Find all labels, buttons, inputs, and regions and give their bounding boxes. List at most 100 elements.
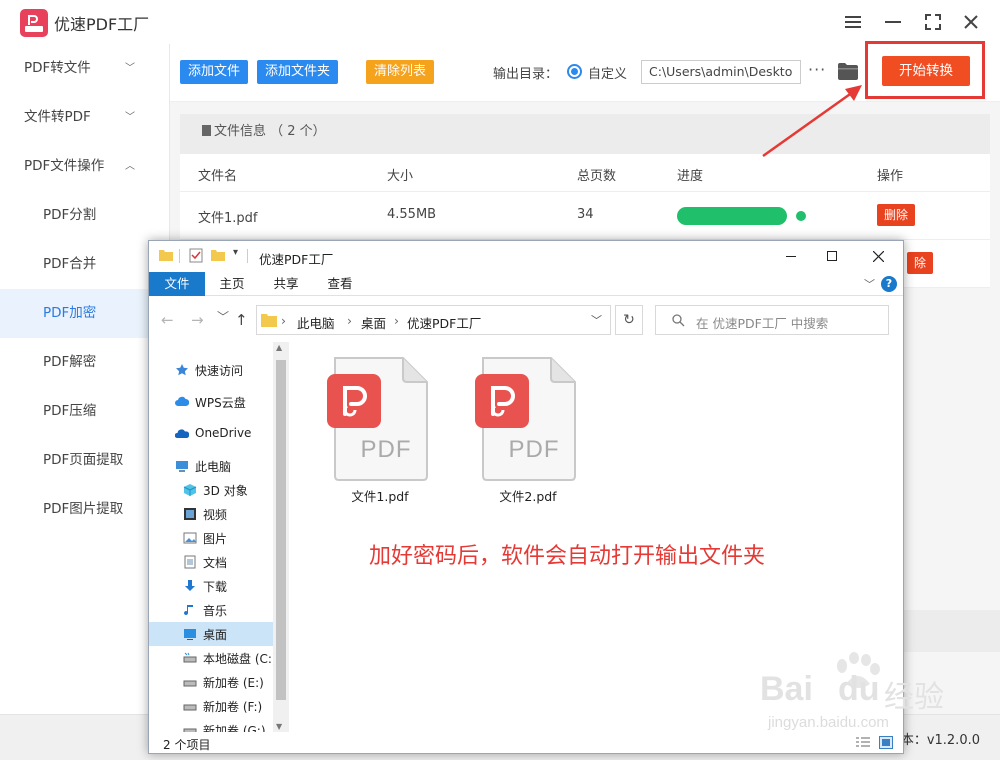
close-icon[interactable] — [864, 245, 892, 267]
sidebar-item-pdf-decrypt[interactable]: PDF解密 — [0, 338, 169, 387]
minimize-icon[interactable] — [777, 245, 805, 267]
nav-documents[interactable]: 文档 — [149, 550, 273, 574]
nav-onedrive[interactable]: OneDrive — [149, 422, 273, 446]
sidebar-item-pdf-merge[interactable]: PDF合并 — [0, 240, 169, 289]
col-pages: 总页数 — [577, 169, 617, 184]
tab-home[interactable]: 主页 — [205, 272, 259, 296]
drive-icon — [183, 728, 197, 732]
chevron-down-icon[interactable]: ﹀ — [864, 276, 875, 292]
nav-desktop[interactable]: 桌面 — [149, 622, 273, 646]
explorer-ribbon: 文件 主页 共享 查看 ﹀ ? — [149, 272, 903, 296]
maximize-icon[interactable] — [818, 245, 846, 267]
delete-button[interactable]: 除 — [907, 252, 934, 274]
nav-pictures[interactable]: 图片 — [149, 526, 273, 550]
folder-icon — [261, 314, 277, 327]
explorer-title: 优速PDF工厂 — [259, 252, 334, 267]
navigation-pane: 快速访问 WPS云盘 OneDrive 此电脑 3D 对象 视频 图片 文档 下… — [149, 342, 289, 732]
minimize-icon[interactable] — [878, 8, 908, 36]
nav-music[interactable]: 音乐 — [149, 598, 273, 622]
tab-file[interactable]: 文件 — [149, 272, 205, 296]
scroll-thumb[interactable] — [276, 360, 286, 700]
sidebar-item-pdf-split[interactable]: PDF分割 — [0, 191, 169, 240]
add-folder-button[interactable]: 添加文件夹 — [257, 60, 339, 84]
annotation-text: 加好密码后，软件会自动打开输出文件夹 — [369, 544, 766, 569]
nav-3d-objects[interactable]: 3D 对象 — [149, 478, 273, 502]
breadcrumb-separator-icon: › — [347, 313, 352, 328]
address-bar[interactable]: › 此电脑 › 桌面 › 优速PDF工厂 ﹀ — [256, 305, 611, 335]
sidebar-item-pdf-page-extract[interactable]: PDF页面提取 — [0, 436, 169, 485]
drive-icon — [183, 680, 197, 687]
delete-button[interactable]: 删除 — [877, 204, 916, 226]
nav-downloads[interactable]: 下载 — [149, 574, 273, 598]
folder-icon[interactable] — [838, 63, 858, 84]
back-arrow-icon[interactable]: ← — [161, 311, 174, 329]
sidebar-item-pdf-compress[interactable]: PDF压缩 — [0, 387, 169, 436]
scroll-up-icon[interactable]: ▲ — [276, 343, 282, 352]
search-input[interactable]: 在 优速PDF工厂 中搜索 — [655, 305, 889, 335]
row-filename: 文件1.pdf — [198, 211, 258, 226]
nav-wps-cloud[interactable]: WPS云盘 — [149, 390, 273, 414]
nav-this-pc[interactable]: 此电脑 — [149, 454, 273, 478]
nav-videos[interactable]: 视频 — [149, 502, 273, 526]
nav-drive-c[interactable]: 本地磁盘 (C:) — [149, 646, 277, 670]
nav-drive-g[interactable]: 新加卷 (G:) — [149, 718, 273, 732]
scroll-down-icon[interactable]: ▼ — [276, 722, 282, 731]
divider — [179, 249, 180, 263]
close-icon[interactable] — [956, 8, 986, 36]
progress-bar — [677, 207, 787, 225]
download-icon — [185, 580, 195, 591]
address-dropdown-icon[interactable]: ﹀ — [591, 312, 602, 328]
custom-radio-label[interactable]: 自定义 — [588, 63, 627, 82]
start-convert-button[interactable]: 开始转换 — [882, 56, 970, 86]
up-arrow-icon[interactable]: ↑ — [235, 311, 248, 329]
toolbar: 添加文件 添加文件夹 清除列表 输出目录： 自定义 C:\Users\admin… — [170, 41, 1000, 102]
clear-list-button[interactable]: 清除列表 — [366, 60, 435, 84]
breadcrumb-folder[interactable]: 优速PDF工厂 — [407, 313, 481, 332]
tab-view[interactable]: 查看 — [313, 272, 367, 296]
output-path-input[interactable]: C:\Users\admin\Deskto — [641, 60, 801, 84]
tab-share[interactable]: 共享 — [259, 272, 313, 296]
cube-icon — [183, 484, 197, 496]
sidebar-item-pdf-image-extract[interactable]: PDF图片提取 — [0, 485, 169, 534]
file-area: PDF 文件1.pdf PDF 文件2.pdf 加好密码后，软件会自动打开输出文… — [289, 342, 903, 732]
sidebar-item-pdf-encrypt[interactable]: PDF加密 — [0, 289, 169, 338]
refresh-icon[interactable]: ↻ — [615, 305, 643, 335]
col-action: 操作 — [877, 169, 904, 184]
divider — [247, 249, 248, 263]
file-item[interactable]: PDF 文件1.pdf — [325, 356, 435, 506]
details-view-icon[interactable] — [856, 737, 870, 749]
file-info-header: 文件信息 （ 2 个） — [180, 114, 990, 154]
quick-access-dropdown-icon[interactable]: ▾ — [233, 247, 238, 258]
picture-icon — [183, 532, 197, 544]
menu-icon[interactable] — [838, 8, 868, 36]
explorer-titlebar: ▾ 优速PDF工厂 — [149, 241, 903, 272]
properties-icon[interactable] — [189, 248, 203, 263]
app-titlebar: 优速PDF工厂 — [0, 0, 1000, 44]
sidebar-item-pdf-operations[interactable]: PDF文件操作 ︿ — [0, 142, 169, 191]
chevron-down-icon: ﹀ — [125, 112, 135, 123]
breadcrumb-desktop[interactable]: 桌面 — [361, 313, 386, 332]
nav-drive-f[interactable]: 新加卷 (F:) — [149, 694, 273, 718]
search-placeholder: 在 优速PDF工厂 中搜索 — [696, 316, 829, 331]
more-options-button[interactable]: ··· — [808, 60, 826, 79]
custom-radio[interactable] — [567, 64, 582, 79]
nav-quick-access[interactable]: 快速访问 — [149, 358, 273, 382]
help-icon[interactable]: ? — [881, 276, 897, 292]
nav-scrollbar[interactable]: ▲ ▼ — [273, 342, 289, 732]
new-folder-icon[interactable] — [211, 249, 225, 261]
explorer-statusbar: 2 个项目 — [149, 732, 903, 753]
sidebar-item-pdf-to-file[interactable]: PDF转文件 ﹀ — [0, 44, 169, 93]
check-icon — [796, 211, 806, 221]
fullscreen-icon[interactable] — [918, 8, 948, 36]
nav-drive-e[interactable]: 新加卷 (E:) — [149, 670, 273, 694]
computer-icon — [176, 461, 188, 472]
add-file-button[interactable]: 添加文件 — [180, 60, 249, 84]
file-item[interactable]: PDF 文件2.pdf — [473, 356, 583, 506]
forward-arrow-icon[interactable]: → — [191, 311, 204, 329]
desktop-icon — [184, 629, 196, 640]
large-icons-view-icon[interactable] — [879, 736, 893, 749]
breadcrumb-this-pc[interactable]: 此电脑 — [297, 313, 335, 332]
sidebar-item-file-to-pdf[interactable]: 文件转PDF ﹀ — [0, 93, 169, 142]
history-dropdown-icon[interactable]: ﹀ — [217, 308, 229, 325]
cloud-icon — [175, 396, 189, 406]
